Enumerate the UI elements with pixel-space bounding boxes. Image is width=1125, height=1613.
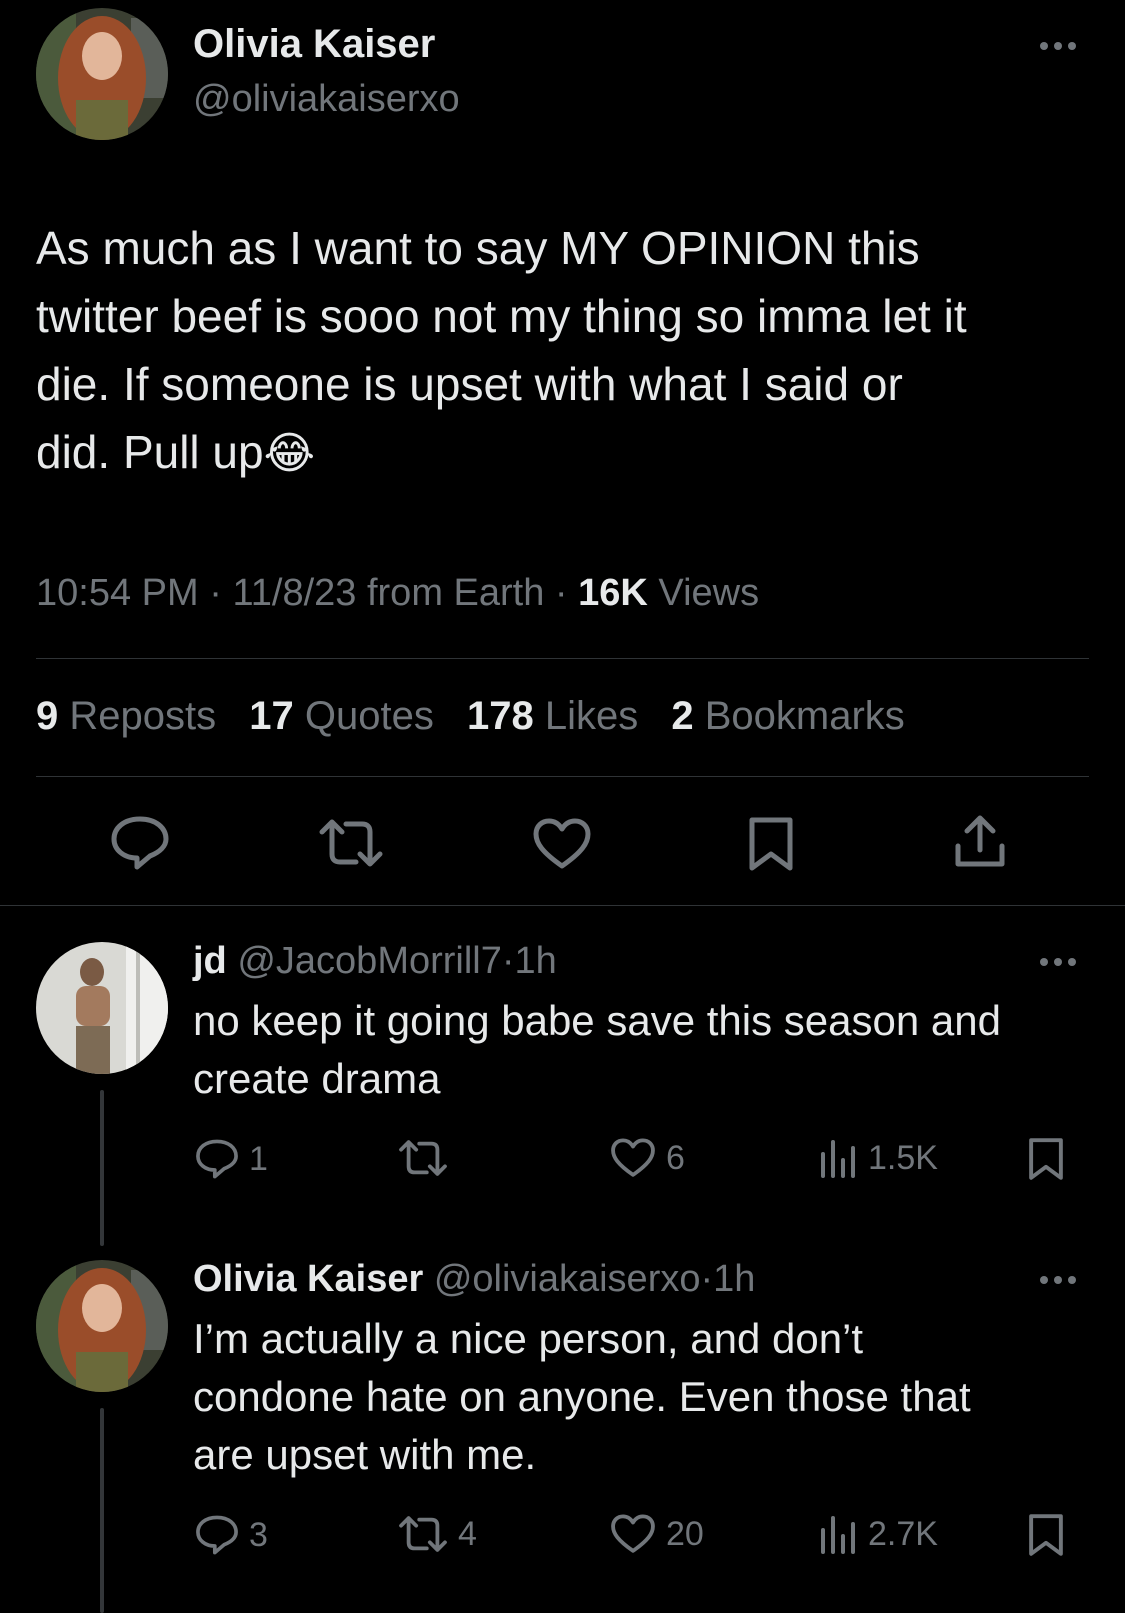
reply-icon[interactable] (110, 815, 170, 871)
reply-icon (196, 1139, 238, 1179)
repost-button[interactable]: 4 (398, 1514, 477, 1554)
likes-link[interactable]: 178 Likes (467, 694, 649, 738)
bookmarks-link[interactable]: 2 Bookmarks (671, 694, 904, 738)
bookmarks-label: Bookmarks (704, 694, 905, 738)
author-avatar[interactable] (36, 8, 168, 140)
analytics-icon (821, 1140, 855, 1178)
repost-button[interactable] (398, 1138, 458, 1178)
reply-text-line: condone hate on anyone. Even those that (193, 1373, 971, 1420)
divider (36, 776, 1089, 777)
bookmark-icon[interactable] (1028, 1512, 1064, 1558)
tweet-text: As much as I want to say MY OPINION this… (36, 214, 1096, 488)
tweet-text-line: twitter beef is sooo not my thing so imm… (36, 290, 967, 342)
reply-text-line: no keep it going babe save this season a… (193, 997, 1001, 1044)
reply-count: 3 (249, 1515, 268, 1554)
divider (0, 905, 1125, 906)
views-button[interactable]: 2.7K (818, 1514, 938, 1554)
thread-line (100, 1408, 104, 1613)
more-options-icon[interactable] (1040, 958, 1076, 966)
tweet-meta: 10:54 PM · 11/8/23 from Earth · 16K View… (36, 572, 759, 615)
tweet-text-line: As much as I want to say MY OPINION this (36, 222, 920, 274)
likes-label: Likes (544, 694, 639, 738)
bookmarks-count: 2 (671, 694, 694, 738)
analytics-icon (821, 1516, 855, 1554)
repost-icon (399, 1140, 447, 1176)
reply-text-line: create drama (193, 1055, 441, 1102)
view-count: 1.5K (868, 1138, 938, 1177)
thread-line (100, 1090, 104, 1246)
reply-text: no keep it going babe save this season a… (193, 992, 1001, 1108)
reposts-count: 9 (36, 694, 59, 738)
reply-button[interactable]: 3 (195, 1514, 268, 1556)
likes-count: 178 (466, 694, 534, 738)
repost-count: 4 (458, 1514, 477, 1553)
separator: · (554, 572, 568, 614)
quotes-link[interactable]: 17 Quotes (249, 694, 445, 738)
tweet-time[interactable]: 10:54 PM (36, 572, 199, 614)
bookmark-icon[interactable] (1028, 1136, 1064, 1182)
like-count: 6 (666, 1138, 685, 1177)
like-icon (611, 1514, 655, 1553)
tweet-text-line: did. Pull up (36, 426, 264, 478)
like-icon[interactable] (532, 818, 592, 870)
more-options-icon[interactable] (1040, 42, 1076, 50)
more-options-icon[interactable] (1040, 1276, 1076, 1284)
reply-age[interactable]: 1h (515, 940, 557, 982)
tweet-date[interactable]: 11/8/23 (232, 572, 356, 614)
share-icon[interactable] (953, 814, 1007, 870)
quotes-count: 17 (249, 694, 294, 738)
like-icon (611, 1138, 655, 1177)
repost-icon (399, 1516, 447, 1552)
bookmark-icon[interactable] (748, 816, 794, 872)
separator: · (700, 1258, 714, 1300)
reply-text-line: are upset with me. (193, 1431, 537, 1478)
reply-display-name[interactable]: Olivia Kaiser (193, 1258, 423, 1300)
reply-count: 1 (249, 1139, 268, 1178)
views-button[interactable]: 1.5K (818, 1138, 938, 1178)
views-count: 16K (578, 572, 648, 614)
laughing-emoji: 😂 (263, 429, 316, 478)
reply-handle[interactable]: @oliviakaiserxo (434, 1258, 701, 1300)
author-handle[interactable]: @oliviakaiserxo (193, 78, 460, 121)
reply-button[interactable]: 1 (195, 1138, 268, 1180)
reply-handle[interactable]: @JacobMorrill7 (237, 940, 502, 982)
separator: · (209, 572, 222, 614)
reply-avatar[interactable] (36, 1260, 168, 1392)
quotes-label: Quotes (304, 694, 434, 738)
view-count: 2.7K (868, 1514, 938, 1553)
reply-text: I’m actually a nice person, and don’t co… (193, 1310, 971, 1484)
reply-age[interactable]: 1h (713, 1258, 755, 1300)
reply-display-name[interactable]: jd (193, 940, 227, 982)
reply-avatar[interactable] (36, 942, 168, 1074)
author-display-name[interactable]: Olivia Kaiser (193, 22, 435, 67)
reply-icon (196, 1515, 238, 1555)
divider (36, 658, 1089, 659)
separator: · (501, 940, 515, 982)
reply-header: jd @JacobMorrill7·1h (193, 940, 557, 983)
like-button[interactable]: 20 (610, 1514, 704, 1554)
engagement-counts: 9 Reposts 17 Quotes 178 Likes 2 Bookmark… (36, 694, 905, 739)
reply-text-line: I’m actually a nice person, and don’t (193, 1315, 864, 1362)
reposts-label: Reposts (69, 694, 217, 738)
like-button[interactable]: 6 (610, 1138, 685, 1178)
like-count: 20 (666, 1514, 704, 1553)
views-label: Views (658, 572, 760, 614)
reposts-link[interactable]: 9 Reposts (36, 694, 227, 738)
tweet-source: from Earth (366, 572, 545, 614)
repost-icon[interactable] (318, 818, 384, 868)
reply-header: Olivia Kaiser @oliviakaiserxo·1h (193, 1258, 755, 1301)
tweet-text-line: die. If someone is upset with what I sai… (36, 358, 903, 410)
